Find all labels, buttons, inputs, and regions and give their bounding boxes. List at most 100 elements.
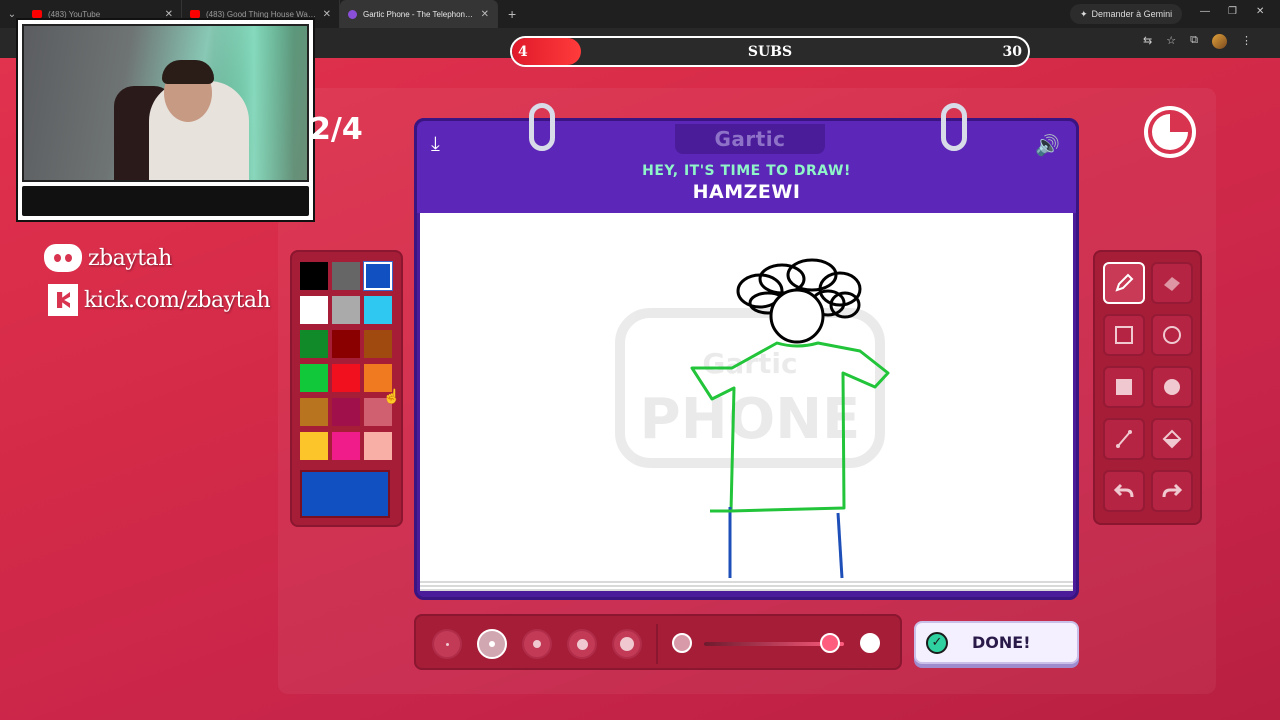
close-icon[interactable]: ✕	[323, 9, 331, 20]
gartic-icon	[348, 9, 357, 19]
done-button[interactable]: ✓ DONE!	[914, 621, 1079, 664]
drawing-svg: Gartic PHONE	[615, 258, 890, 579]
color-swatch[interactable]	[332, 262, 360, 290]
opacity-max-handle	[860, 633, 880, 653]
minimize-icon[interactable]: —	[1200, 6, 1210, 17]
controls-divider	[656, 624, 658, 664]
youtube-icon	[190, 10, 200, 18]
gartic-logo: Gartic	[675, 124, 825, 154]
drawing-head	[769, 288, 825, 344]
profile-avatar[interactable]	[1211, 34, 1227, 49]
swatch-grid	[300, 262, 393, 460]
brush-size-dot	[620, 637, 634, 651]
color-swatch[interactable]	[300, 296, 328, 324]
rectangle-filled-tool[interactable]	[1103, 366, 1145, 408]
brush-size-dot	[576, 638, 588, 650]
brush-size-button[interactable]	[612, 629, 642, 659]
webcam-overlay	[16, 18, 315, 222]
color-swatch[interactable]	[300, 432, 328, 460]
gemini-icon: ✦	[1080, 8, 1088, 19]
undo-icon	[1113, 483, 1134, 498]
color-swatch[interactable]	[300, 364, 328, 392]
bookmark-star-icon[interactable]: ☆	[1166, 34, 1176, 49]
drawing-board: ⤓ Gartic HEY, IT'S TIME TO DRAW! HAMZEWI…	[414, 103, 1079, 600]
color-swatch[interactable]	[364, 262, 392, 290]
pencil-tool[interactable]	[1103, 262, 1145, 304]
discord-social: zbaytah	[44, 244, 172, 272]
color-swatch[interactable]	[300, 398, 328, 426]
brush-controls	[414, 614, 902, 670]
redo-icon	[1162, 483, 1183, 498]
board-header: ⤓ Gartic HEY, IT'S TIME TO DRAW! HAMZEWI…	[417, 121, 1076, 213]
ellipse-outline-tool[interactable]	[1151, 314, 1193, 356]
subs-label: SUBS	[747, 44, 793, 60]
rectangle-outline-tool[interactable]	[1103, 314, 1145, 356]
player-name: HAMZEWI	[692, 181, 801, 203]
brush-size-button[interactable]	[522, 629, 552, 659]
brush-size-dot	[445, 642, 449, 646]
color-swatch[interactable]	[300, 262, 328, 290]
translate-icon[interactable]: ⇆	[1143, 34, 1152, 49]
brush-size-button[interactable]	[567, 629, 597, 659]
browser-tab-gartic[interactable]: Gartic Phone - The Telephone G ✕	[340, 0, 498, 28]
check-icon: ✓	[926, 631, 948, 654]
gartic-phone-watermark: Gartic PHONE	[615, 308, 885, 468]
color-swatch[interactable]	[364, 330, 392, 358]
binder-ring	[529, 103, 555, 151]
kick-url: kick.com/zbaytah	[84, 287, 271, 313]
close-window-icon[interactable]: ✕	[1256, 6, 1264, 17]
brush-size-button[interactable]	[432, 629, 462, 659]
color-swatch[interactable]	[332, 432, 360, 460]
color-swatch[interactable]	[332, 398, 360, 426]
speaker-icon[interactable]: 🔊	[1035, 133, 1060, 158]
youtube-icon	[32, 10, 42, 18]
webcam-frame-strip	[22, 186, 309, 216]
webcam-video	[22, 24, 309, 182]
opacity-slider-thumb[interactable]	[820, 633, 840, 653]
eraser-icon	[1164, 277, 1180, 291]
drawing-canvas[interactable]: Gartic PHONE	[420, 213, 1073, 581]
ellipse-filled-icon	[1164, 379, 1180, 395]
binder-ring	[941, 103, 967, 151]
gemini-button[interactable]: ✦ Demander à Gemini	[1070, 4, 1183, 24]
extensions-icon[interactable]: ⧉	[1190, 34, 1198, 49]
color-swatch[interactable]	[332, 364, 360, 392]
ellipse-outline-icon	[1163, 326, 1181, 344]
gemini-label: Demander à Gemini	[1091, 9, 1173, 19]
line-icon	[1116, 430, 1132, 448]
line-tool[interactable]	[1103, 418, 1145, 460]
color-swatch[interactable]	[332, 296, 360, 324]
drawing-right-leg	[836, 512, 844, 579]
color-swatch[interactable]	[300, 330, 328, 358]
fill-bucket-tool[interactable]	[1151, 418, 1193, 460]
close-icon[interactable]: ✕	[481, 9, 489, 20]
done-label: DONE!	[972, 633, 1031, 652]
redo-tool[interactable]	[1151, 470, 1193, 512]
opacity-min-handle	[672, 633, 692, 653]
new-tab-button[interactable]: +	[498, 6, 526, 22]
svg-text:PHONE: PHONE	[640, 387, 861, 452]
brush-size-button[interactable]	[477, 629, 507, 659]
color-swatch[interactable]	[332, 330, 360, 358]
kick-icon	[48, 284, 78, 316]
subs-goal: 30	[1002, 44, 1022, 60]
current-color-preview	[300, 470, 390, 518]
hand-cursor-icon: ☝	[383, 388, 401, 404]
menu-dots-icon[interactable]: ⋮	[1241, 34, 1252, 49]
eraser-tool[interactable]	[1151, 262, 1193, 304]
tab-title: Gartic Phone - The Telephone G	[363, 9, 475, 19]
restore-icon[interactable]: ❐	[1228, 6, 1237, 17]
ellipse-filled-tool[interactable]	[1151, 366, 1193, 408]
color-swatch[interactable]	[364, 296, 392, 324]
tool-panel	[1093, 250, 1202, 525]
kick-social: kick.com/zbaytah	[48, 284, 271, 316]
paper-edge	[420, 581, 1073, 591]
draw-prompt: HEY, IT'S TIME TO DRAW!	[642, 163, 851, 179]
brush-size-dot	[489, 641, 495, 647]
round-counter: 2/4	[310, 112, 363, 147]
undo-tool[interactable]	[1103, 470, 1145, 512]
subs-goal-bar: 4 SUBS 30	[510, 36, 1030, 67]
rectangle-outline-icon	[1115, 326, 1133, 344]
color-swatch[interactable]	[364, 432, 392, 460]
download-icon[interactable]: ⤓	[431, 133, 440, 156]
